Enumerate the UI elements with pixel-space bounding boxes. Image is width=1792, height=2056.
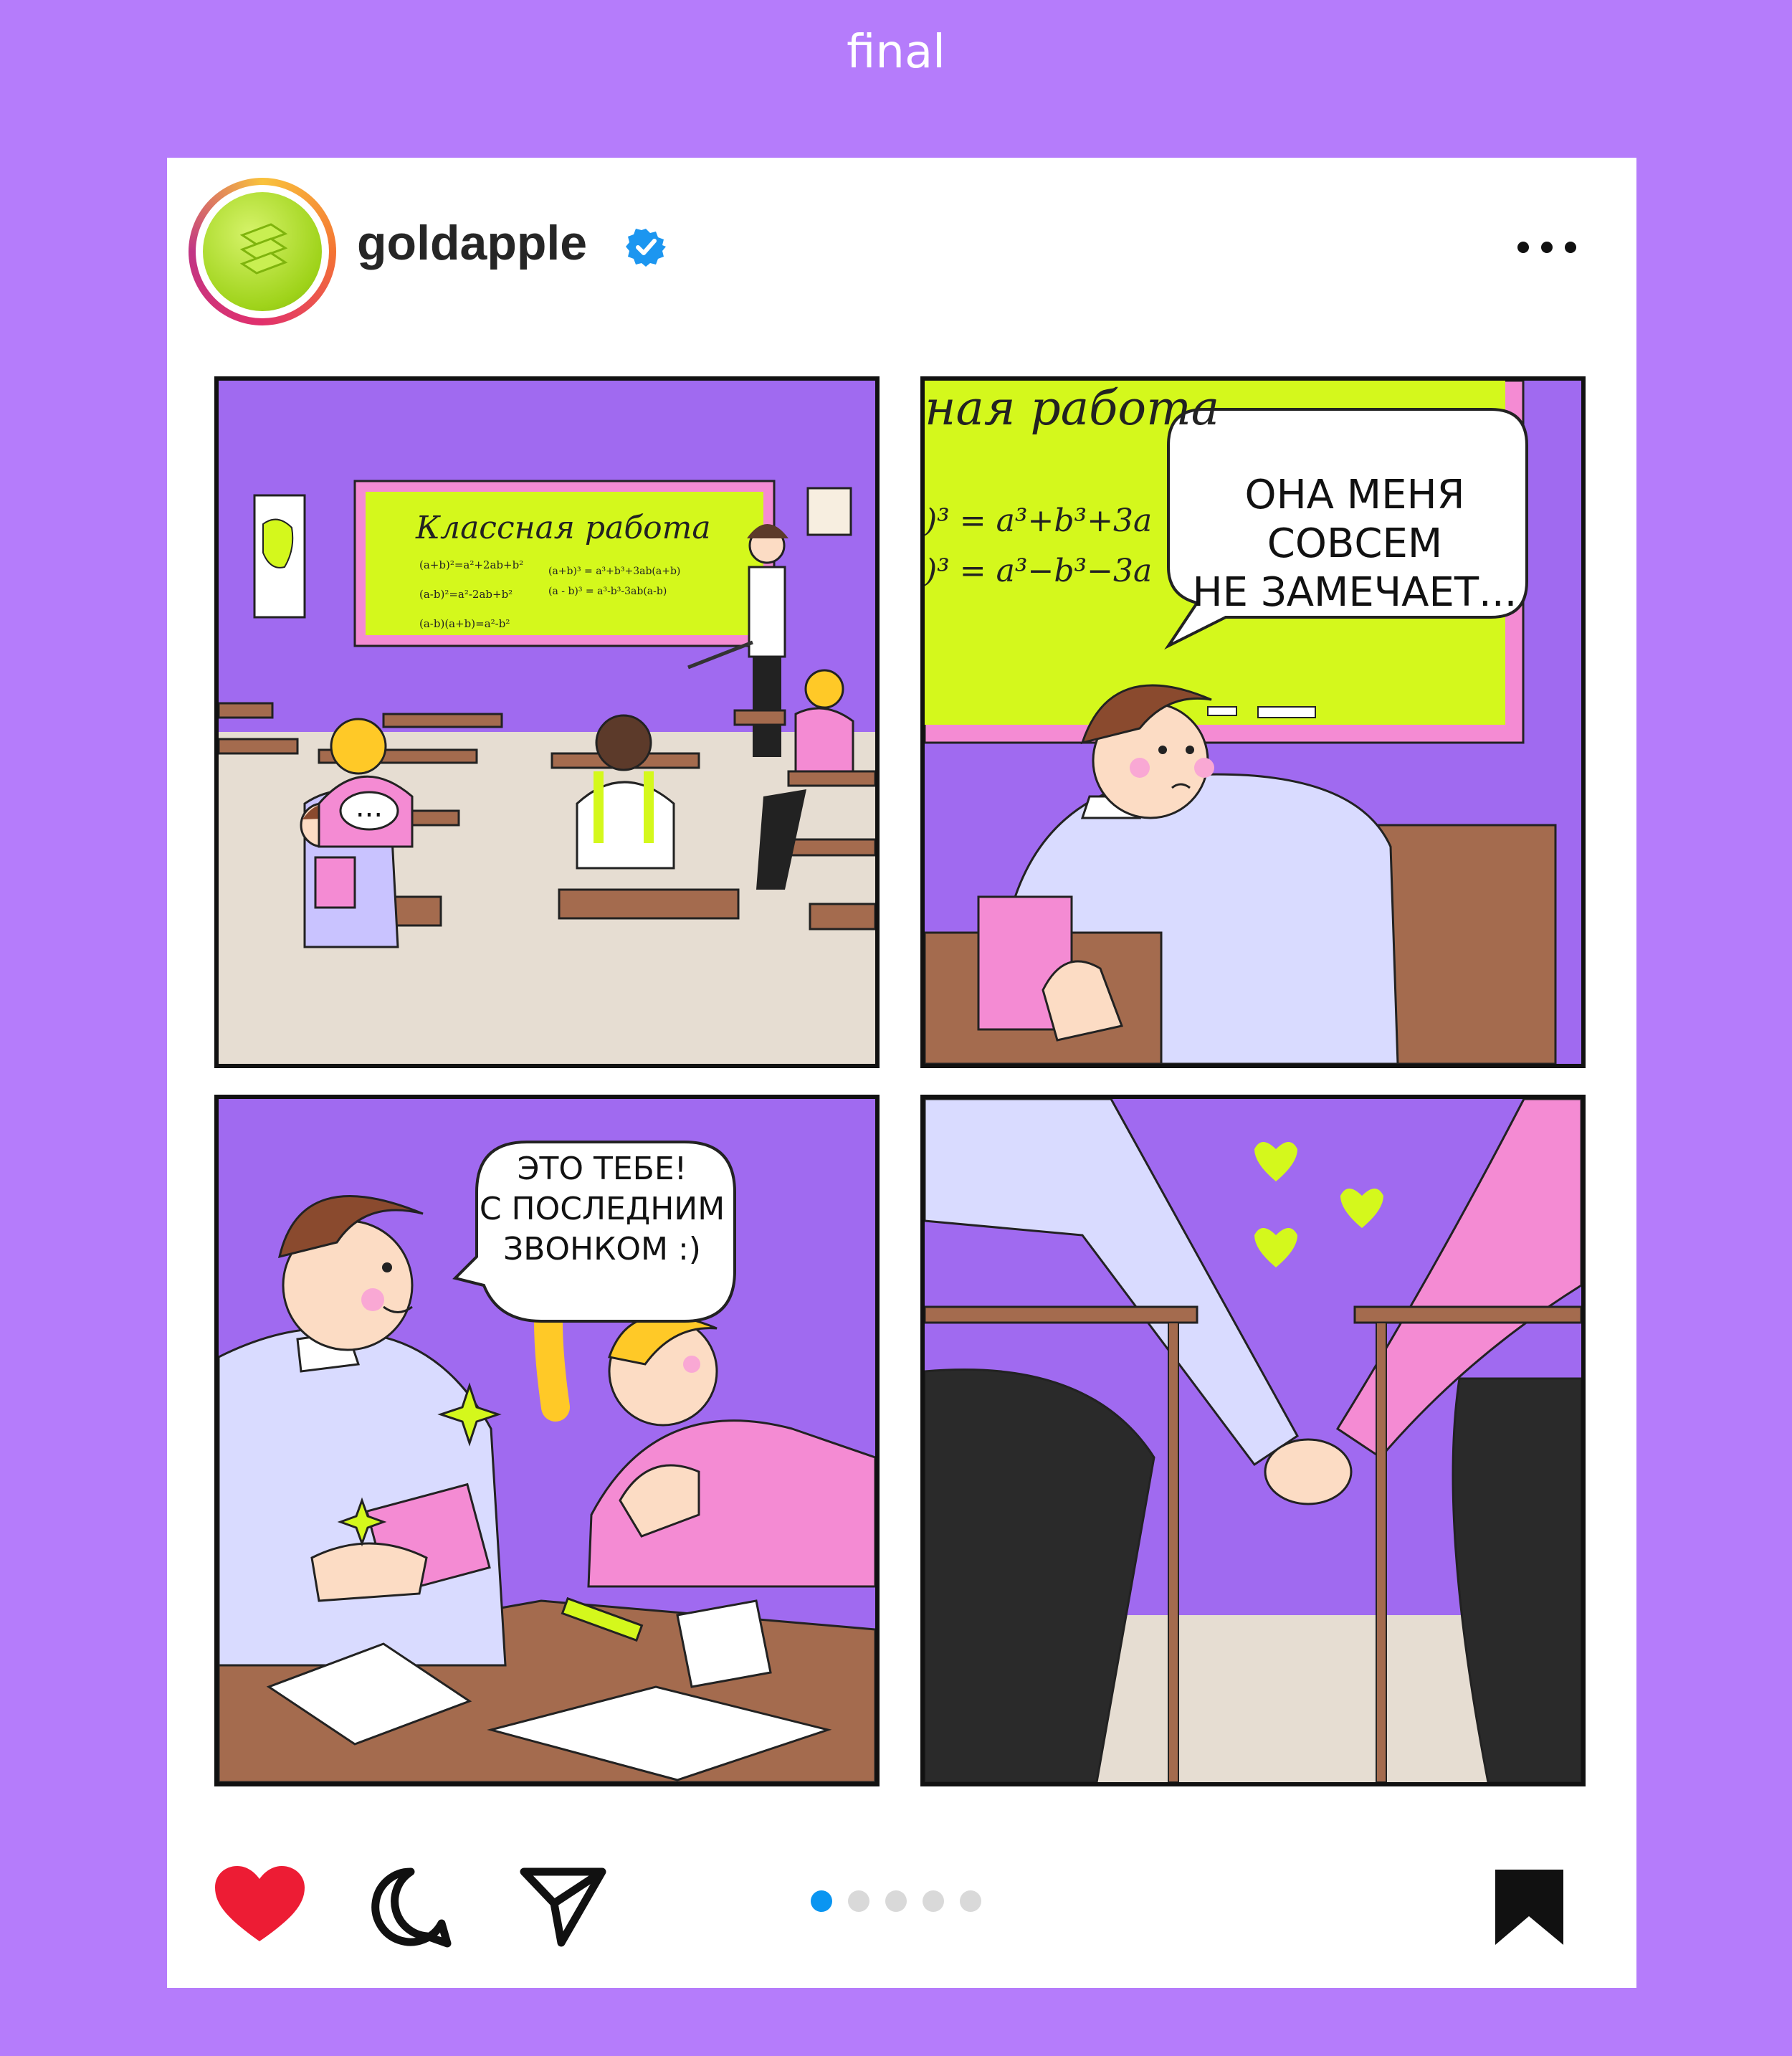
comment-icon[interactable] (370, 1866, 452, 1948)
profile-avatar-ring[interactable] (189, 178, 336, 325)
bookmark-filled-icon[interactable] (1492, 1866, 1567, 1948)
panel3-speech-line2: С ПОСЛЕДНИМ (480, 1191, 725, 1227)
panel3-speech-line3: ЗВОНКОМ :) (503, 1231, 701, 1267)
carousel-indicator[interactable] (811, 1890, 983, 1912)
panel1-speech: ... (356, 791, 383, 824)
panel2-board-title: ная работа (925, 381, 1220, 436)
verified-badge-icon (626, 229, 666, 267)
panel3-speech-line1: ЭТО ТЕБЕ! (518, 1151, 687, 1187)
carousel-dot[interactable] (848, 1890, 869, 1912)
panel1-formulas-left: (a+b)²=a²+2ab+b² (a-b)²=a²-2ab+b² (a-b)(… (419, 558, 524, 630)
comic-panel-boy-sad: ОНА МЕНЯ СОВСЕМ НЕ ЗАМЕЧАЕТ... ная работ… (920, 376, 1586, 1068)
comic-panel-gift: ЭТО ТЕБЕ! С ПОСЛЕДНИМ ЗВОНКОМ :) (214, 1095, 880, 1786)
panel1-board-title: Классная работа (416, 510, 711, 546)
comic-panel-holding-hands (920, 1095, 1586, 1786)
panel2-formula-2: )³ = a³−b³−3a (925, 553, 1153, 589)
comic-panel-classroom: ... Классная работа (a+b)²=a²+2ab+b² (a-… (214, 376, 880, 1068)
more-horizontal-icon[interactable] (1515, 237, 1579, 258)
avatar (203, 192, 322, 311)
carousel-dot[interactable] (923, 1890, 944, 1912)
carousel-dot[interactable] (885, 1890, 907, 1912)
heart-filled-icon[interactable] (215, 1866, 305, 1943)
send-icon[interactable] (518, 1866, 608, 1948)
panel2-speech-line1: ОНА МЕНЯ (1244, 472, 1464, 518)
panel1-formulas-right: (a+b)³ = a³+b³+3ab(a+b) (a - b)³ = a³-b³… (548, 566, 681, 597)
panel2-formula-1: )³ = a³+b³+3a (925, 503, 1153, 539)
carousel-dot-active[interactable] (811, 1890, 832, 1912)
panel2-speech-line2: СОВСЕМ (1267, 520, 1442, 567)
goldapple-logo-icon (239, 223, 288, 275)
page-label: final (847, 26, 945, 79)
carousel-dot[interactable] (960, 1890, 981, 1912)
post-username[interactable]: goldapple (357, 215, 587, 271)
instagram-post-card: goldapple ... Классная работа (a+b)²=a²+… (167, 158, 1636, 1988)
panel2-speech-line3: НЕ ЗАМЕЧАЕТ... (1193, 569, 1517, 616)
